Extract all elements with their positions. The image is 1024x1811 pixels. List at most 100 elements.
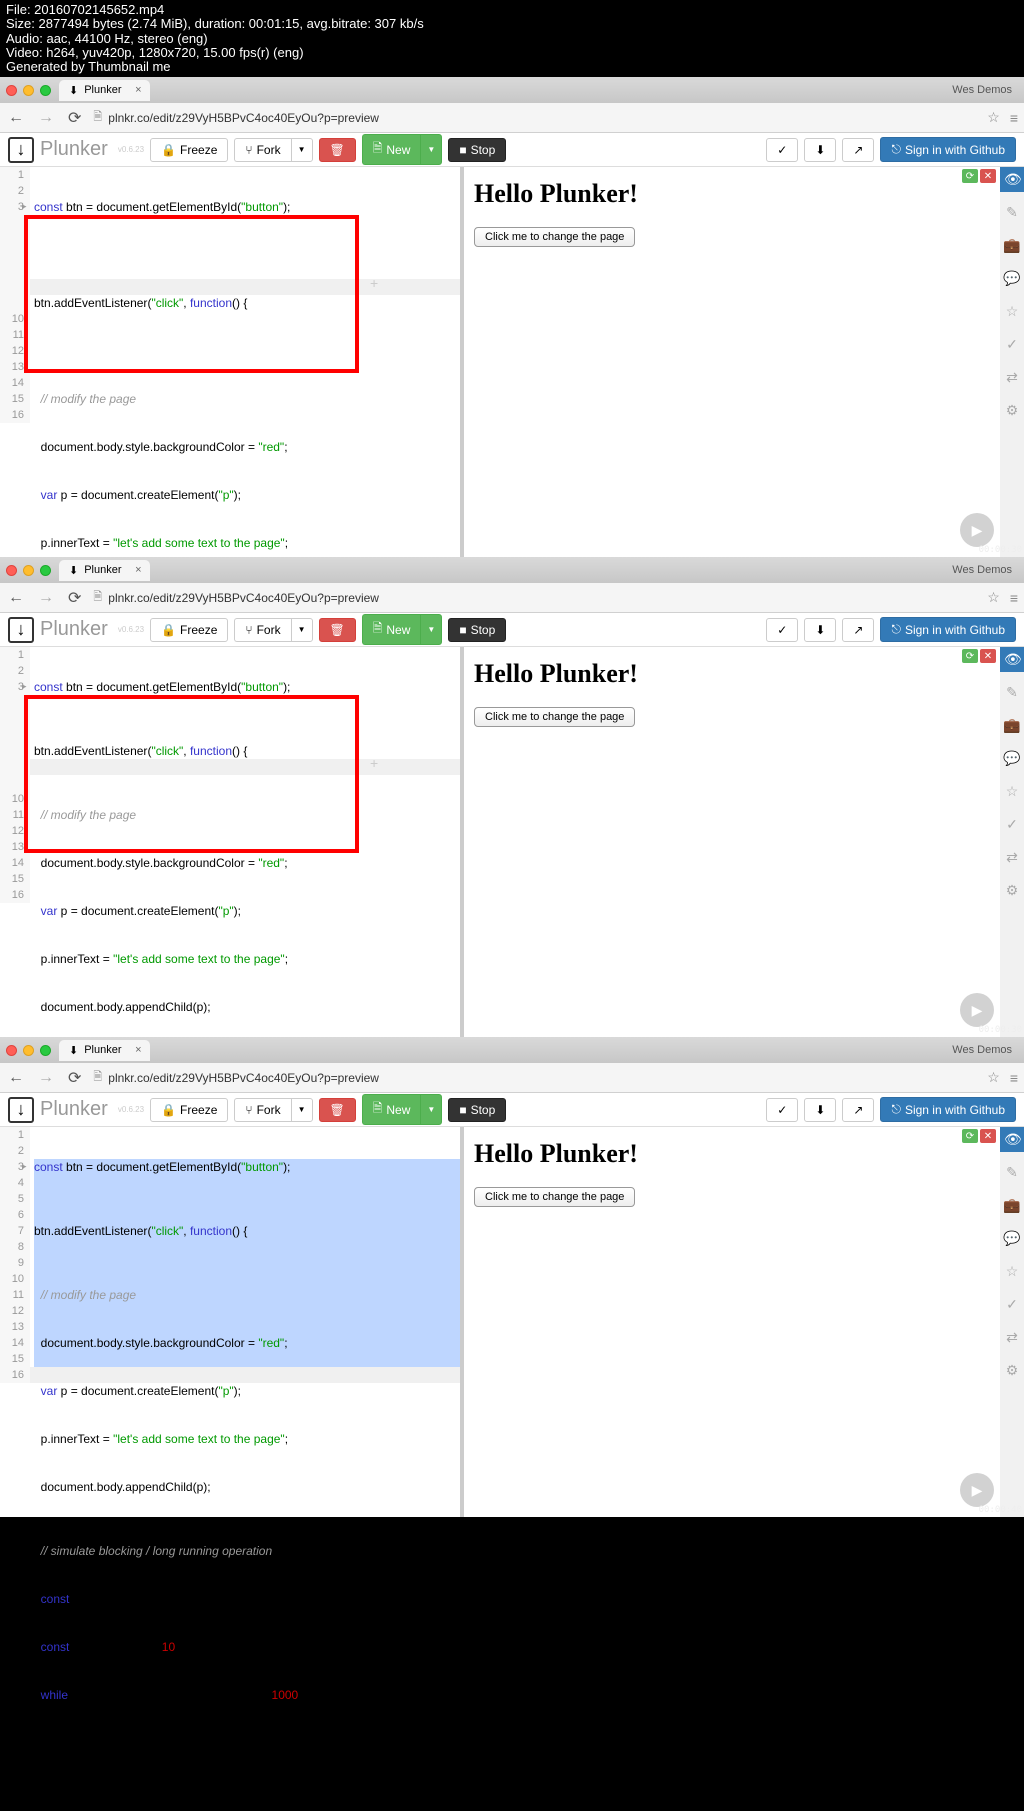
url-input[interactable]: 🗎 plnkr.co/edit/z29VyH5BPvC4oc40EyOu?p=p… [93,588,977,607]
plunker-logo-icon[interactable]: ↓ [8,1097,34,1123]
fork-dropdown[interactable]: ▼ [291,1098,313,1122]
briefcase-icon[interactable]: 💼 [1003,237,1020,254]
forward-icon[interactable]: → [36,1069,56,1087]
star-icon[interactable]: ☆ [1006,783,1019,800]
code-editor[interactable]: 12345678910111213141516 ▸ const btn = do… [0,1127,460,1517]
maximize-window-icon[interactable] [40,565,51,576]
bookmark-icon[interactable]: ☆ [987,589,1000,606]
close-preview-icon[interactable]: ✕ [980,169,996,183]
chat-icon[interactable]: 💬 [1003,1230,1020,1247]
menu-icon[interactable]: ≡ [1010,1070,1018,1086]
check-button[interactable]: ✓ [766,618,798,642]
close-tab-icon[interactable]: × [135,1044,141,1056]
close-window-icon[interactable] [6,1045,17,1056]
check-icon[interactable]: ✓ [1006,1296,1018,1313]
check-button[interactable]: ✓ [766,1098,798,1122]
check-button[interactable]: ✓ [766,138,798,162]
briefcase-icon[interactable]: 💼 [1003,1197,1020,1214]
briefcase-icon[interactable]: 💼 [1003,717,1020,734]
close-window-icon[interactable] [6,565,17,576]
download-button[interactable]: ⬇ [804,138,836,162]
back-icon[interactable]: ← [6,1069,26,1087]
preview-action-button[interactable]: Click me to change the page [474,227,635,247]
stop-button[interactable]: ■Stop [448,138,506,162]
star-icon[interactable]: ☆ [1006,1263,1019,1280]
new-button[interactable]: 🗎New [362,1094,421,1125]
gear-icon[interactable]: ⚙ [1006,402,1019,419]
retweet-icon[interactable]: ⇄ [1006,849,1018,866]
edit-icon[interactable]: ✎ [1006,1164,1018,1181]
delete-button[interactable]: 🗑 [319,138,356,162]
fork-button[interactable]: ⑂Fork [234,138,290,162]
url-input[interactable]: 🗎plnkr.co/edit/z29VyH5BPvC4oc40EyOu?p=pr… [93,1068,977,1087]
signin-button[interactable]: ⎋Sign in with Github [880,617,1016,642]
close-window-icon[interactable] [6,85,17,96]
back-icon[interactable]: ← [6,589,26,607]
close-tab-icon[interactable]: × [135,564,141,576]
chat-icon[interactable]: 💬 [1003,750,1020,767]
fold-marker-icon[interactable]: ▸ [22,201,27,212]
close-preview-icon[interactable]: ✕ [980,1129,996,1143]
fold-marker-icon[interactable]: ▸ [22,1161,27,1172]
close-tab-icon[interactable]: × [135,84,141,96]
delete-button[interactable]: 🗑 [319,1098,356,1122]
code-editor[interactable]: 12310111213141516 ▸ const btn = document… [0,167,460,557]
new-button[interactable]: 🗎New [362,614,421,645]
maximize-window-icon[interactable] [40,1045,51,1056]
fork-dropdown[interactable]: ▼ [291,618,313,642]
reload-icon[interactable]: ⟳ [66,108,83,128]
retweet-icon[interactable]: ⇄ [1006,1329,1018,1346]
add-line-icon[interactable]: + [370,755,378,771]
stop-button[interactable]: ■Stop [448,1098,506,1122]
download-button[interactable]: ⬇ [804,1098,836,1122]
preview-action-button[interactable]: Click me to change the page [474,707,635,727]
freeze-button[interactable]: 🔒Freeze [150,1098,228,1122]
chat-icon[interactable]: 💬 [1003,270,1020,287]
fold-marker-icon[interactable]: ▸ [22,681,27,692]
download-button[interactable]: ⬇ [804,618,836,642]
external-button[interactable]: ↗ [842,1098,874,1122]
menu-icon[interactable]: ≡ [1010,590,1018,606]
fork-dropdown[interactable]: ▼ [291,138,313,162]
bookmark-icon[interactable]: ☆ [987,1069,1000,1086]
forward-icon[interactable]: → [36,109,56,127]
signin-button[interactable]: ⎋Sign in with Github [880,137,1016,162]
fork-button[interactable]: ⑂Fork [234,618,290,642]
external-button[interactable]: ↗ [842,138,874,162]
minimize-window-icon[interactable] [23,85,34,96]
browser-tab[interactable]: ⬇ Plunker × [59,560,150,581]
plunker-logo-icon[interactable]: ↓ [8,137,34,163]
fork-button[interactable]: ⑂Fork [234,1098,290,1122]
signin-button[interactable]: ⎋Sign in with Github [880,1097,1016,1122]
bookmark-icon[interactable]: ☆ [987,109,1000,126]
reload-icon[interactable]: ⟳ [66,1068,83,1088]
eye-icon[interactable]: 👁 [1000,167,1024,192]
new-dropdown[interactable]: ▼ [420,614,442,645]
retweet-icon[interactable]: ⇄ [1006,369,1018,386]
url-input[interactable]: 🗎 plnkr.co/edit/z29VyH5BPvC4oc40EyOu?p=p… [93,108,977,127]
reload-icon[interactable]: ⟳ [66,588,83,608]
browser-tab[interactable]: ⬇ Plunker × [59,1040,150,1061]
delete-button[interactable]: 🗑 [319,618,356,642]
back-icon[interactable]: ← [6,109,26,127]
close-preview-icon[interactable]: ✕ [980,649,996,663]
minimize-window-icon[interactable] [23,1045,34,1056]
external-button[interactable]: ↗ [842,618,874,642]
gear-icon[interactable]: ⚙ [1006,1362,1019,1379]
gear-icon[interactable]: ⚙ [1006,882,1019,899]
refresh-preview-icon[interactable]: ⟳ [962,649,978,663]
add-line-icon[interactable]: + [370,275,378,291]
eye-icon[interactable]: 👁 [1000,1127,1024,1152]
eye-icon[interactable]: 👁 [1000,647,1024,672]
browser-tab[interactable]: ⬇ Plunker × [59,80,150,101]
edit-icon[interactable]: ✎ [1006,684,1018,701]
freeze-button[interactable]: 🔒Freeze [150,618,228,642]
preview-action-button[interactable]: Click me to change the page [474,1187,635,1207]
star-icon[interactable]: ☆ [1006,303,1019,320]
minimize-window-icon[interactable] [23,565,34,576]
edit-icon[interactable]: ✎ [1006,204,1018,221]
freeze-button[interactable]: 🔒Freeze [150,138,228,162]
refresh-preview-icon[interactable]: ⟳ [962,1129,978,1143]
maximize-window-icon[interactable] [40,85,51,96]
new-button[interactable]: 🗎New [362,134,421,165]
